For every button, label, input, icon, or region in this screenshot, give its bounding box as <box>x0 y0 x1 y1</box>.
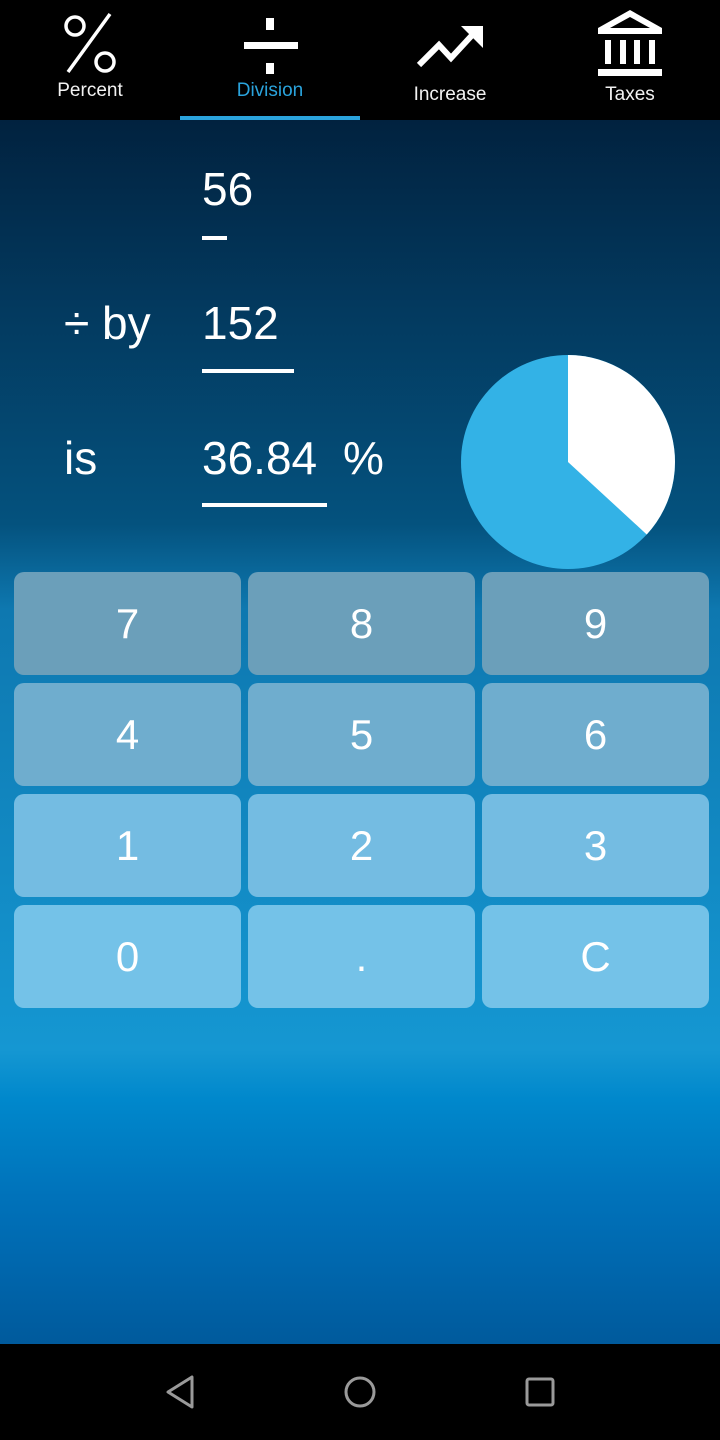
trending-up-icon <box>416 26 483 68</box>
denominator-underline <box>202 369 294 373</box>
divide-icon <box>244 18 298 74</box>
result-pie-chart <box>461 355 675 569</box>
home-icon[interactable] <box>336 1368 384 1416</box>
numerator-input[interactable]: 56 <box>202 162 253 216</box>
key-3[interactable]: 3 <box>482 794 709 897</box>
tab-label: Increase <box>413 84 487 105</box>
tab-label: Division <box>236 80 304 101</box>
percent-unit: % <box>343 432 384 484</box>
key-2[interactable]: 2 <box>248 794 475 897</box>
tab-increase[interactable]: Increase <box>360 0 540 120</box>
numerator-underline <box>202 236 227 240</box>
denominator-input[interactable]: 152 <box>202 296 279 350</box>
key-9[interactable]: 9 <box>482 572 709 675</box>
divide-by-label: ÷ by <box>64 297 151 349</box>
result-underline <box>202 503 327 507</box>
result-label: is <box>64 432 98 484</box>
keypad: 7 8 9 4 5 6 1 2 3 0 . C <box>14 572 709 1008</box>
key-1[interactable]: 1 <box>14 794 241 897</box>
key-clear[interactable]: C <box>482 905 709 1008</box>
bank-icon <box>598 10 662 76</box>
key-0[interactable]: 0 <box>14 905 241 1008</box>
tab-label: Percent <box>57 80 123 101</box>
tab-bar: Percent Division Increase Taxes <box>0 0 720 120</box>
back-icon[interactable] <box>156 1368 204 1416</box>
percent-icon <box>64 12 116 74</box>
system-nav-bar <box>0 1344 720 1440</box>
key-4[interactable]: 4 <box>14 683 241 786</box>
result-value: 36.84 <box>202 432 318 484</box>
tab-label: Taxes <box>605 84 655 105</box>
tab-division[interactable]: Division <box>180 0 360 120</box>
key-5[interactable]: 5 <box>248 683 475 786</box>
key-6[interactable]: 6 <box>482 683 709 786</box>
key-8[interactable]: 8 <box>248 572 475 675</box>
key-decimal[interactable]: . <box>248 905 475 1008</box>
recents-icon[interactable] <box>516 1368 564 1416</box>
key-7[interactable]: 7 <box>14 572 241 675</box>
tab-percent[interactable]: Percent <box>0 0 180 120</box>
tab-taxes[interactable]: Taxes <box>540 0 720 120</box>
